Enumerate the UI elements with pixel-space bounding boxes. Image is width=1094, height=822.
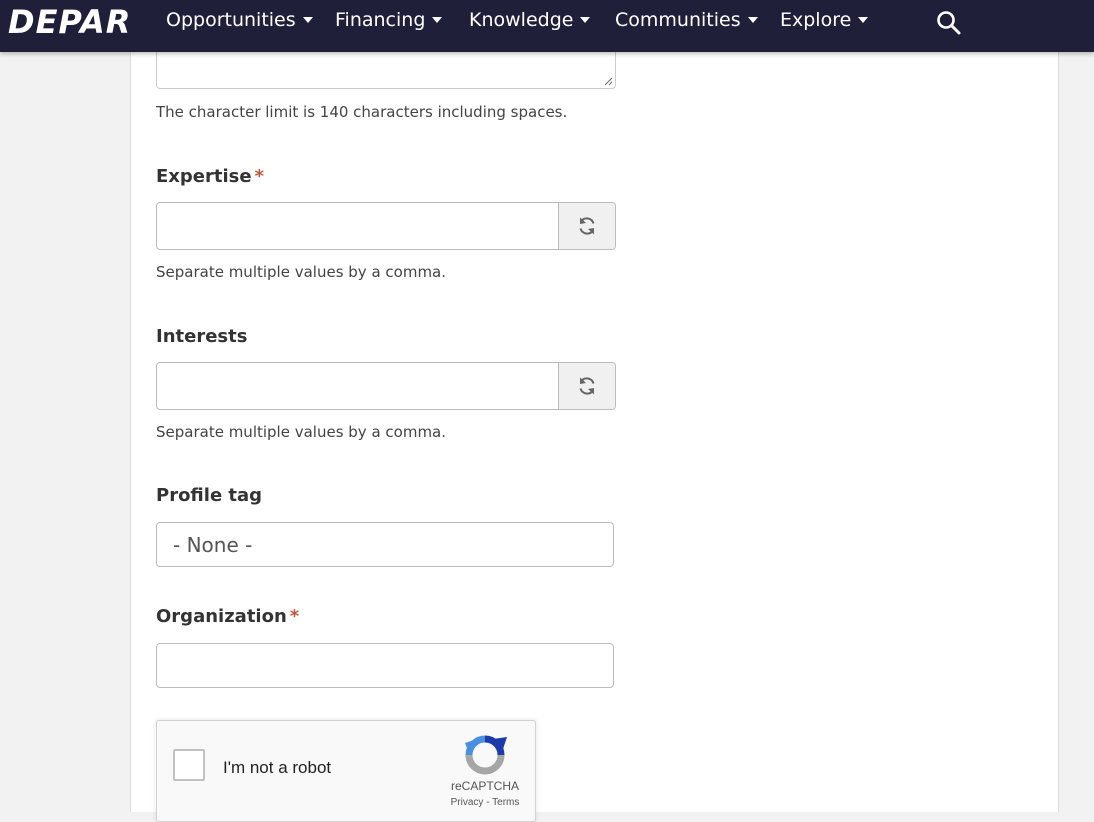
organization-label-text: Organization (156, 606, 287, 627)
top-navbar: DEPAR Opportunities Financing Knowledge … (0, 0, 1094, 52)
resize-grip-icon[interactable] (603, 76, 613, 86)
required-marker: * (254, 166, 264, 187)
recaptcha-links: Privacy - Terms (437, 797, 533, 808)
interests-label: Interests (156, 326, 248, 347)
interests-input[interactable] (157, 363, 557, 409)
recaptcha-widget: I'm not a robot reCAPTCHA Privacy - Term… (156, 720, 536, 822)
nav-financing[interactable]: Financing (335, 8, 443, 32)
chevron-down-icon (747, 16, 758, 23)
nav-knowledge-label: Knowledge (469, 9, 574, 31)
refresh-icon (579, 217, 595, 235)
refresh-icon (579, 377, 595, 395)
chevron-down-icon (580, 16, 591, 23)
expertise-input[interactable] (157, 203, 557, 249)
nav-financing-label: Financing (335, 9, 426, 31)
search-button[interactable] (934, 8, 964, 38)
nav-explore-label: Explore (780, 9, 852, 31)
chevron-down-icon (432, 16, 443, 23)
recaptcha-terms-link[interactable]: Terms (492, 797, 519, 808)
search-icon (937, 11, 961, 35)
recaptcha-link-separator: - (486, 797, 490, 808)
profile-tag-label: Profile tag (156, 485, 263, 506)
bio-help-text: The character limit is 140 characters in… (156, 103, 568, 121)
organization-input[interactable] (156, 643, 614, 688)
nav-communities[interactable]: Communities (615, 8, 758, 32)
expertise-label: Expertise * (156, 166, 264, 187)
expertise-field-group (156, 202, 616, 250)
required-marker: * (289, 606, 300, 627)
chevron-down-icon (302, 16, 313, 23)
recaptcha-privacy-link[interactable]: Privacy (451, 797, 484, 808)
profile-tag-select[interactable]: - None - (156, 522, 614, 567)
organization-label: Organization * (156, 606, 299, 627)
expertise-autocomplete-addon (558, 203, 615, 249)
nav-opportunities-label: Opportunities (166, 9, 296, 31)
interests-autocomplete-addon (558, 363, 615, 409)
recaptcha-brand: reCAPTCHA (450, 779, 519, 793)
expertise-help-text: Separate multiple values by a comma. (156, 263, 447, 281)
nav-knowledge[interactable]: Knowledge (469, 8, 591, 32)
chevron-down-icon (858, 16, 869, 23)
depar-logo[interactable]: DEPAR (8, 2, 131, 42)
expertise-label-text: Expertise (156, 166, 252, 187)
nav-communities-label: Communities (615, 9, 741, 31)
nav-explore[interactable]: Explore (780, 8, 869, 32)
interests-help-text: Separate multiple values by a comma. (156, 423, 447, 441)
recaptcha-label: I'm not a robot (223, 758, 332, 777)
recaptcha-checkbox[interactable] (173, 749, 205, 781)
interests-field-group (156, 362, 616, 410)
recaptcha-logo-icon (465, 735, 507, 775)
nav-opportunities[interactable]: Opportunities (166, 8, 313, 32)
